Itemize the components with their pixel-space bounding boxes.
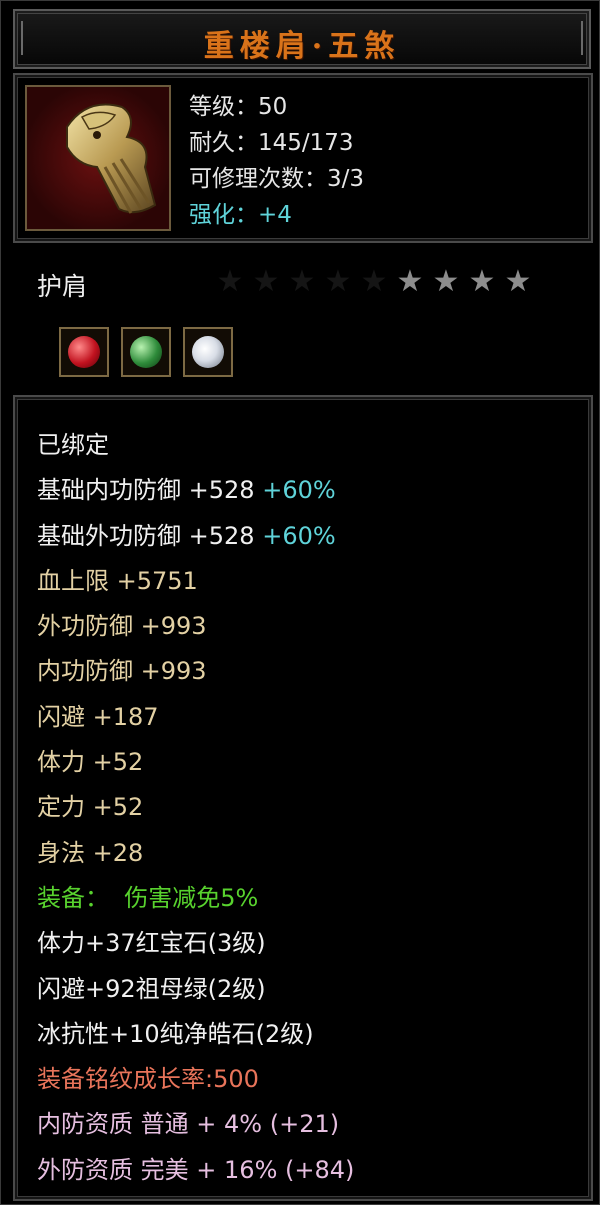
gem-bonus-emerald: 闪避+92祖母绿(2级) <box>37 974 266 1003</box>
attr-hp: 血上限 +5751 <box>37 566 198 595</box>
inner-quality: 内防资质 普通 + 4% (+21) <box>37 1110 340 1139</box>
attr-focus: 定力 +52 <box>37 793 144 822</box>
star-icon: ★ <box>396 264 424 299</box>
enhance-value: +4 <box>258 202 292 228</box>
repair-count-text: 可修理次数：3/3 <box>189 166 365 192</box>
gem-bonus-diamond: 冰抗性+10纯净皓石(2级) <box>37 1019 314 1048</box>
gem-bonus-ruby: 体力+37红宝石(3级) <box>37 929 266 958</box>
star-icon: ★ <box>468 264 496 299</box>
star-icon: ★ <box>252 264 280 299</box>
star-icon: ★ <box>504 264 532 299</box>
bound-status: 已绑定 <box>37 431 109 459</box>
enhance-text: 强化：+4 <box>189 197 364 233</box>
item-category: 护肩 <box>37 272 88 301</box>
star-icon: ★ <box>360 264 388 299</box>
attr-outer-defense: 外功防御 +993 <box>37 612 207 641</box>
star-icon: ★ <box>216 264 244 299</box>
ruby-gem-icon[interactable] <box>59 327 109 377</box>
attr-base-inner-defense: 基础内功防御 +528 +60% <box>37 476 336 505</box>
attr-dodge: 闪避 +187 <box>37 702 159 731</box>
star-icon: ★ <box>324 264 352 299</box>
enhance-label: 强化： <box>189 202 258 228</box>
level-text: 等级：50 <box>189 94 288 120</box>
emerald-gem-icon[interactable] <box>121 327 171 377</box>
item-basic-stats: 等级：50 耐久：145/173 可修理次数：3/3 强化：+4 <box>189 89 364 233</box>
attr-stamina: 体力 +52 <box>37 748 144 777</box>
star-icon: ★ <box>432 264 460 299</box>
diamond-gem-icon[interactable] <box>183 327 233 377</box>
attribute-list: 已绑定 基础内功防御 +528 +60% 基础外功防御 +528 +60% 血上… <box>37 423 354 1193</box>
shoulder-armor-icon <box>25 85 171 231</box>
title-bar: 重楼肩·五煞 <box>13 9 591 69</box>
star-icon: ★ <box>288 264 316 299</box>
star-rating: ★ ★ ★ ★ ★ ★ ★ ★ ★ <box>215 267 539 303</box>
attr-agility: 身法 +28 <box>37 838 144 867</box>
inscription-growth: 装备铭纹成长率:500 <box>37 1065 259 1094</box>
equip-effect: 装备： 伤害减免5% <box>37 883 259 912</box>
attr-inner-defense: 内功防御 +993 <box>37 657 207 686</box>
outer-quality: 外防资质 完美 + 16% (+84) <box>37 1155 355 1184</box>
attr-base-outer-defense: 基础外功防御 +528 +60% <box>37 521 336 550</box>
item-tooltip: 重楼肩·五煞 等级：50 耐久：145/173 可修理次数：3/3 强化：+4 … <box>0 0 600 1205</box>
durability-text: 耐久：145/173 <box>189 130 354 156</box>
item-name: 重楼肩·五煞 <box>203 29 401 64</box>
